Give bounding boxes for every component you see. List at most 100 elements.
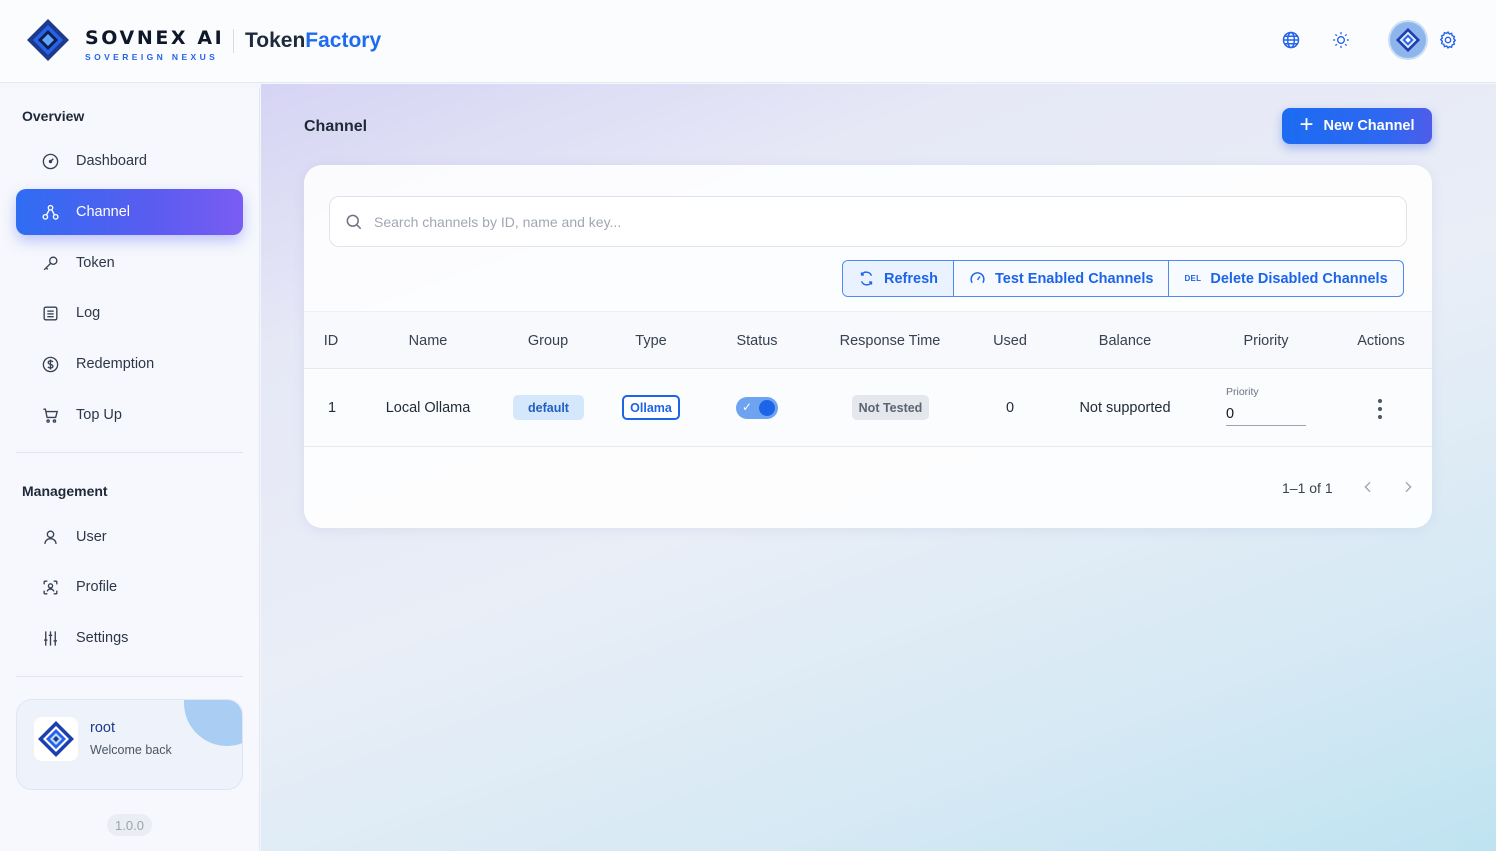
chevron-left-icon bbox=[1364, 481, 1371, 493]
pagination-range: 1–1 of 1 bbox=[1282, 480, 1333, 496]
column-header-type[interactable]: Type bbox=[635, 333, 666, 349]
column-header-balance[interactable]: Balance bbox=[1099, 333, 1151, 349]
app-title-part2: Factory bbox=[305, 29, 382, 52]
chevron-right-icon bbox=[1405, 481, 1412, 493]
sidebar-item-label: User bbox=[76, 529, 107, 545]
user-diamond-icon bbox=[38, 721, 74, 757]
test-enabled-channels-button[interactable]: Test Enabled Channels bbox=[954, 261, 1170, 296]
test-enabled-channels-label: Test Enabled Channels bbox=[995, 270, 1154, 287]
group-badge: default bbox=[513, 395, 584, 420]
search-icon bbox=[346, 214, 362, 230]
brand-name: SOVNEX AI bbox=[85, 27, 225, 49]
type-badge: Ollama bbox=[622, 395, 680, 420]
column-header-id[interactable]: ID bbox=[324, 333, 339, 349]
user-welcome: Welcome back bbox=[90, 743, 172, 757]
sidebar-item-top-up[interactable]: Top Up bbox=[16, 392, 243, 438]
sidebar-item-token[interactable]: Token bbox=[16, 240, 243, 286]
row-actions-menu-button[interactable] bbox=[1370, 397, 1390, 421]
main-content: Channel + New Channel Refresh Test Enabl… bbox=[261, 84, 1496, 851]
dollar-icon bbox=[40, 354, 60, 374]
next-page-button[interactable] bbox=[1398, 477, 1418, 497]
user-icon bbox=[40, 527, 60, 547]
cell-balance: Not supported bbox=[1079, 400, 1171, 416]
avatar[interactable] bbox=[1390, 22, 1426, 58]
column-header-status[interactable]: Status bbox=[736, 333, 777, 349]
delete-disabled-channels-label: Delete Disabled Channels bbox=[1210, 270, 1388, 287]
priority-field-label: Priority bbox=[1226, 386, 1259, 398]
toggle-knob bbox=[759, 400, 775, 416]
top-header: SOVNEX AI SOVEREIGN NEXUS TokenFactory bbox=[0, 0, 1496, 83]
sidebar-divider bbox=[16, 452, 243, 453]
channel-card: Refresh Test Enabled Channels DEL Delete… bbox=[304, 165, 1432, 528]
column-header-actions: Actions bbox=[1357, 333, 1405, 349]
plus-icon: + bbox=[1299, 111, 1314, 138]
language-button[interactable] bbox=[1279, 28, 1303, 52]
sidebar-item-label: Settings bbox=[76, 630, 129, 646]
action-button-group: Refresh Test Enabled Channels DEL Delete… bbox=[842, 260, 1404, 297]
refresh-button[interactable]: Refresh bbox=[843, 261, 954, 296]
sidebar-item-label: Log bbox=[76, 305, 101, 321]
sidebar-item-label: Channel bbox=[76, 204, 131, 220]
sidebar: Overview Dashboard Channel Token Log Red… bbox=[0, 88, 260, 851]
sliders-icon bbox=[40, 628, 60, 648]
delete-disabled-channels-button[interactable]: DEL Delete Disabled Channels bbox=[1169, 261, 1402, 296]
sidebar-divider bbox=[16, 676, 243, 677]
brand-text: SOVNEX AI SOVEREIGN NEXUS bbox=[85, 28, 224, 62]
response-time-badge[interactable]: Not Tested bbox=[852, 395, 929, 420]
sidebar-item-profile[interactable]: Profile bbox=[16, 564, 243, 610]
kebab-dot-icon bbox=[1378, 399, 1382, 403]
column-header-response-time[interactable]: Response Time bbox=[840, 333, 941, 349]
brand-logo[interactable] bbox=[26, 18, 70, 62]
check-icon: ✓ bbox=[742, 400, 753, 414]
column-header-priority[interactable]: Priority bbox=[1243, 333, 1288, 349]
table-row: 1 Local Ollama default Ollama ✓ Not Test… bbox=[304, 370, 1432, 447]
sidebar-item-label: Top Up bbox=[76, 407, 122, 423]
status-toggle[interactable]: ✓ bbox=[736, 397, 778, 419]
kebab-dot-icon bbox=[1378, 407, 1382, 411]
speedometer-icon bbox=[970, 272, 985, 284]
sidebar-item-log[interactable]: Log bbox=[16, 290, 243, 336]
settings-button[interactable] bbox=[1436, 28, 1460, 52]
section-label-management: Management bbox=[22, 483, 108, 499]
cell-id: 1 bbox=[327, 400, 337, 416]
cart-icon bbox=[40, 405, 60, 425]
profile-icon bbox=[40, 577, 60, 597]
sidebar-item-user[interactable]: User bbox=[16, 514, 243, 560]
sidebar-item-settings[interactable]: Settings bbox=[16, 615, 243, 661]
user-avatar bbox=[34, 717, 78, 761]
channel-icon bbox=[40, 202, 60, 222]
dashboard-icon bbox=[40, 151, 60, 171]
sidebar-item-channel[interactable]: Channel bbox=[16, 189, 243, 235]
brand-subtitle: SOVEREIGN NEXUS bbox=[85, 52, 219, 62]
kebab-dot-icon bbox=[1378, 415, 1382, 419]
new-channel-label: New Channel bbox=[1323, 118, 1415, 134]
section-label-overview: Overview bbox=[22, 108, 85, 124]
column-header-group[interactable]: Group bbox=[528, 333, 568, 349]
app-title: TokenFactory bbox=[245, 29, 381, 53]
page-title: Channel bbox=[304, 118, 368, 135]
new-channel-button[interactable]: + New Channel bbox=[1282, 108, 1432, 144]
cell-used: 0 bbox=[1005, 400, 1015, 416]
priority-input[interactable] bbox=[1226, 402, 1306, 426]
sidebar-item-redemption[interactable]: Redemption bbox=[16, 341, 243, 387]
app-title-part1: Token bbox=[245, 29, 306, 52]
user-card-decoration bbox=[184, 700, 242, 746]
column-header-used[interactable]: Used bbox=[993, 333, 1027, 349]
sun-icon bbox=[1333, 32, 1349, 48]
user-name: root bbox=[90, 720, 115, 736]
refresh-label: Refresh bbox=[884, 270, 938, 287]
search-input[interactable] bbox=[374, 197, 1394, 246]
sidebar-item-label: Token bbox=[76, 255, 115, 271]
user-card[interactable]: root Welcome back bbox=[16, 699, 243, 790]
sidebar-item-dashboard[interactable]: Dashboard bbox=[16, 138, 243, 184]
gear-icon bbox=[1439, 31, 1457, 49]
cell-name: Local Ollama bbox=[385, 400, 471, 416]
search-box[interactable] bbox=[329, 196, 1407, 247]
sidebar-item-label: Dashboard bbox=[76, 153, 147, 169]
column-header-name[interactable]: Name bbox=[409, 333, 448, 349]
sidebar-item-label: Profile bbox=[76, 579, 118, 595]
previous-page-button[interactable] bbox=[1358, 477, 1378, 497]
theme-toggle-button[interactable] bbox=[1329, 28, 1353, 52]
version-badge: 1.0.0 bbox=[107, 814, 152, 836]
avatar-diamond-icon bbox=[1395, 27, 1421, 53]
